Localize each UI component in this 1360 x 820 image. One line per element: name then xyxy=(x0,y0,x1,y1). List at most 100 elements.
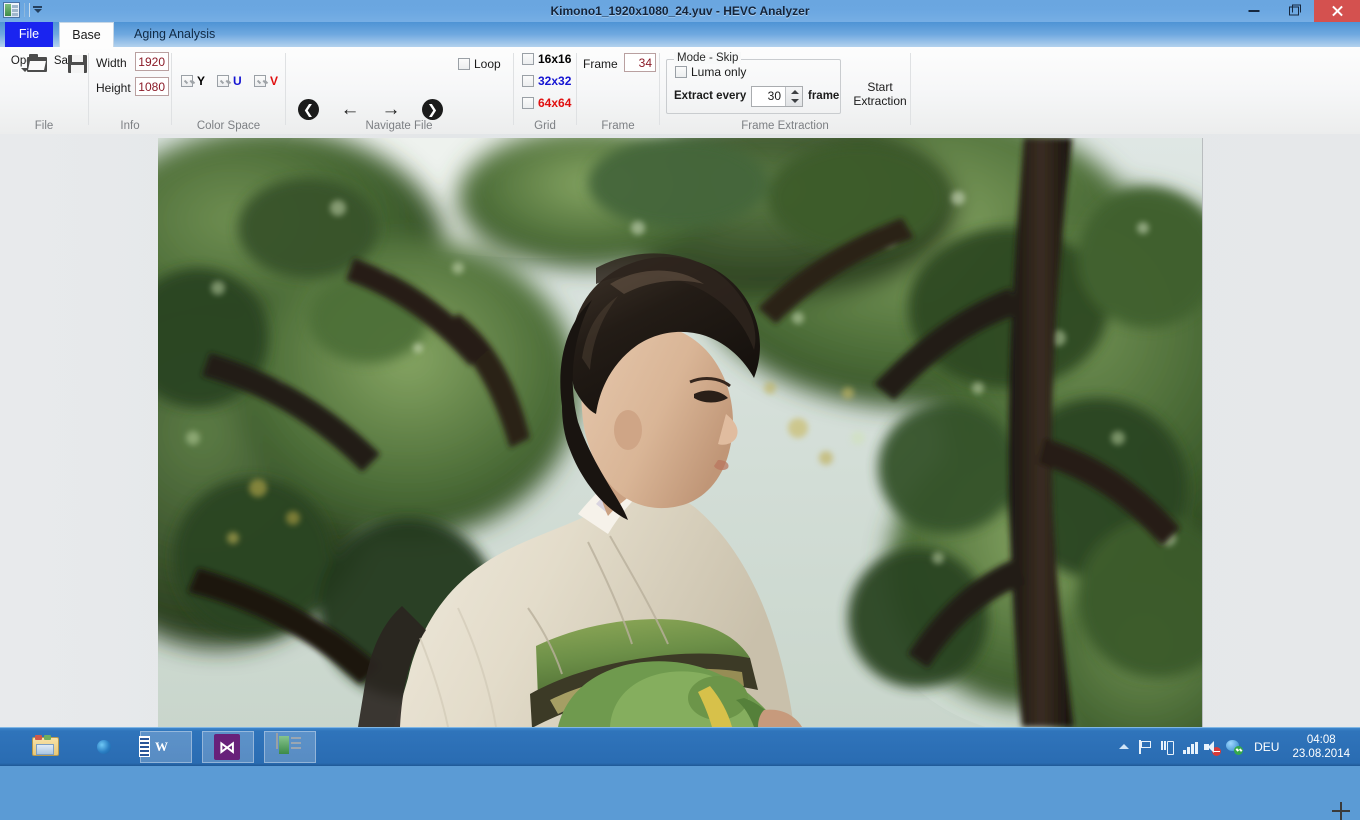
save-button[interactable]: Save xyxy=(44,53,90,67)
checkbox-y[interactable]: Y xyxy=(181,75,205,87)
group-separator-7 xyxy=(910,53,911,125)
checkbox-y-label: Y xyxy=(197,75,205,87)
checkbox-loop-label: Loop xyxy=(474,58,501,70)
height-label: Height xyxy=(96,81,131,95)
checkbox-grid-16[interactable]: 16x16 xyxy=(522,53,571,65)
network-ok-icon xyxy=(1226,740,1243,755)
speaker-muted-icon xyxy=(1204,740,1220,755)
checkbox-y-box xyxy=(181,75,193,87)
clock-date: 23.08.2014 xyxy=(1292,747,1350,761)
tab-file[interactable]: File xyxy=(5,22,53,47)
width-input[interactable]: 1920 xyxy=(135,52,169,71)
first-frame-button[interactable]: ❮ xyxy=(298,99,319,120)
flag-icon xyxy=(1139,740,1153,754)
checkbox-u-label: U xyxy=(233,75,242,87)
maximize-button[interactable] xyxy=(1274,0,1314,22)
checkbox-v[interactable]: V xyxy=(254,75,278,87)
frame-input[interactable]: 34 xyxy=(624,53,656,72)
height-input[interactable]: 1080 xyxy=(135,77,169,96)
language-indicator[interactable]: DEU xyxy=(1245,740,1288,754)
checkbox-luma-only-label: Luma only xyxy=(691,66,746,78)
system-tray: DEU 04:08 23.08.2014 xyxy=(1113,728,1360,766)
network-status-button[interactable] xyxy=(1223,728,1245,766)
start-extraction-button[interactable]: Start Extraction xyxy=(852,80,908,108)
group-label-frame: Frame xyxy=(577,120,659,132)
checkbox-luma-only-box xyxy=(675,66,687,78)
mode-skip-groupbox: Mode - Skip Luma only Extract every 30 f… xyxy=(666,59,841,114)
clock[interactable]: 04:08 23.08.2014 xyxy=(1288,733,1360,761)
network-signal-button[interactable] xyxy=(1179,728,1201,766)
hevc-analyzer-icon xyxy=(276,733,278,749)
video-frame-image[interactable] xyxy=(158,138,1203,727)
chevron-up-icon xyxy=(1119,744,1129,749)
tab-aging-analysis[interactable]: Aging Analysis xyxy=(120,22,229,47)
ribbon-tab-strip: File Base Aging Analysis xyxy=(0,22,1360,47)
checkbox-v-box xyxy=(254,75,266,87)
battery-button[interactable] xyxy=(1157,728,1179,766)
checkbox-u[interactable]: U xyxy=(217,75,242,87)
minimize-button[interactable] xyxy=(1234,0,1274,22)
width-label: Width xyxy=(96,56,127,70)
checkbox-grid-64[interactable]: 64x64 xyxy=(522,97,571,109)
ribbon-group-frame: Frame 34 Frame xyxy=(577,47,659,134)
group-label-color-space: Color Space xyxy=(172,120,285,132)
start-extraction-line1: Start xyxy=(852,80,908,94)
start-extraction-line2: Extraction xyxy=(852,94,908,108)
clock-time: 04:08 xyxy=(1292,733,1350,747)
close-button[interactable] xyxy=(1314,0,1360,22)
taskbar-item-file-explorer[interactable] xyxy=(20,731,72,763)
volume-button[interactable] xyxy=(1201,728,1223,766)
action-center-button[interactable] xyxy=(1135,728,1157,766)
checkbox-loop[interactable]: Loop xyxy=(458,58,501,70)
battery-icon xyxy=(1161,739,1176,755)
extract-every-stepper[interactable]: 30 xyxy=(751,86,803,107)
taskbar-item-word[interactable]: W xyxy=(140,731,192,763)
close-icon xyxy=(1331,5,1343,17)
group-label-navigate-file: Navigate File xyxy=(286,120,512,132)
checkbox-grid-64-box xyxy=(522,97,534,109)
checkbox-grid-32-box xyxy=(522,75,534,87)
taskbar-item-firefox[interactable] xyxy=(78,731,130,763)
show-hidden-icons-button[interactable] xyxy=(1113,728,1135,766)
taskbar: W ⋈ DEU 04:08 23.08.2014 xyxy=(0,727,1360,766)
checkbox-grid-16-label: 16x16 xyxy=(538,53,571,65)
checkbox-grid-64-label: 64x64 xyxy=(538,97,571,109)
move-cursor-icon xyxy=(1332,802,1350,820)
last-frame-button[interactable]: ❯ xyxy=(422,99,443,120)
extract-every-label: Extract every xyxy=(674,90,746,102)
next-frame-icon: → xyxy=(382,99,401,120)
open-button[interactable]: Open xyxy=(2,53,48,72)
ribbon-group-info: Width 1920 Height 1080 Info xyxy=(89,47,171,134)
window-controls xyxy=(1234,0,1360,22)
first-frame-icon: ❮ xyxy=(298,99,319,120)
stepper-arrows-icon[interactable] xyxy=(785,87,802,106)
minimize-icon xyxy=(1249,10,1260,12)
group-label-info: Info xyxy=(89,120,171,132)
checkbox-loop-box xyxy=(458,58,470,70)
signal-bars-icon xyxy=(1183,742,1199,754)
taskbar-item-visual-studio[interactable]: ⋈ xyxy=(202,731,254,763)
checkbox-v-label: V xyxy=(270,75,278,87)
previous-frame-icon: ← xyxy=(341,99,360,120)
ribbon: Open Save File Width 1920 Height 1080 In… xyxy=(0,47,1360,135)
taskbar-item-hevc-analyzer[interactable] xyxy=(264,731,316,763)
frame-label: Frame xyxy=(583,57,618,71)
ribbon-group-navigate-file: ❮ ← → ❯ Loop Navigate File xyxy=(286,47,512,134)
checkbox-u-box xyxy=(217,75,229,87)
ribbon-group-color-space: Y U V Color Space xyxy=(172,47,285,134)
window-title: Kimono1_1920x1080_24.yuv - HEVC Analyzer xyxy=(0,0,1360,22)
checkbox-grid-32[interactable]: 32x32 xyxy=(522,75,571,87)
extract-every-value: 30 xyxy=(752,87,784,106)
checkbox-luma-only[interactable]: Luma only xyxy=(675,66,746,78)
tab-base[interactable]: Base xyxy=(59,22,114,47)
checkbox-grid-32-label: 32x32 xyxy=(538,75,571,87)
checkbox-grid-16-box xyxy=(522,53,534,65)
group-label-file: File xyxy=(0,120,88,132)
ribbon-group-grid: 16x16 32x32 64x64 Grid xyxy=(514,47,576,134)
kimono-frame-graphic xyxy=(158,138,1202,727)
extract-every-suffix: frame xyxy=(808,90,839,102)
mode-skip-title: Mode - Skip xyxy=(674,52,741,64)
app-window: Kimono1_1920x1080_24.yuv - HEVC Analyzer… xyxy=(0,0,1360,727)
visual-studio-icon: ⋈ xyxy=(214,734,240,760)
group-label-frame-extraction: Frame Extraction xyxy=(660,120,910,132)
